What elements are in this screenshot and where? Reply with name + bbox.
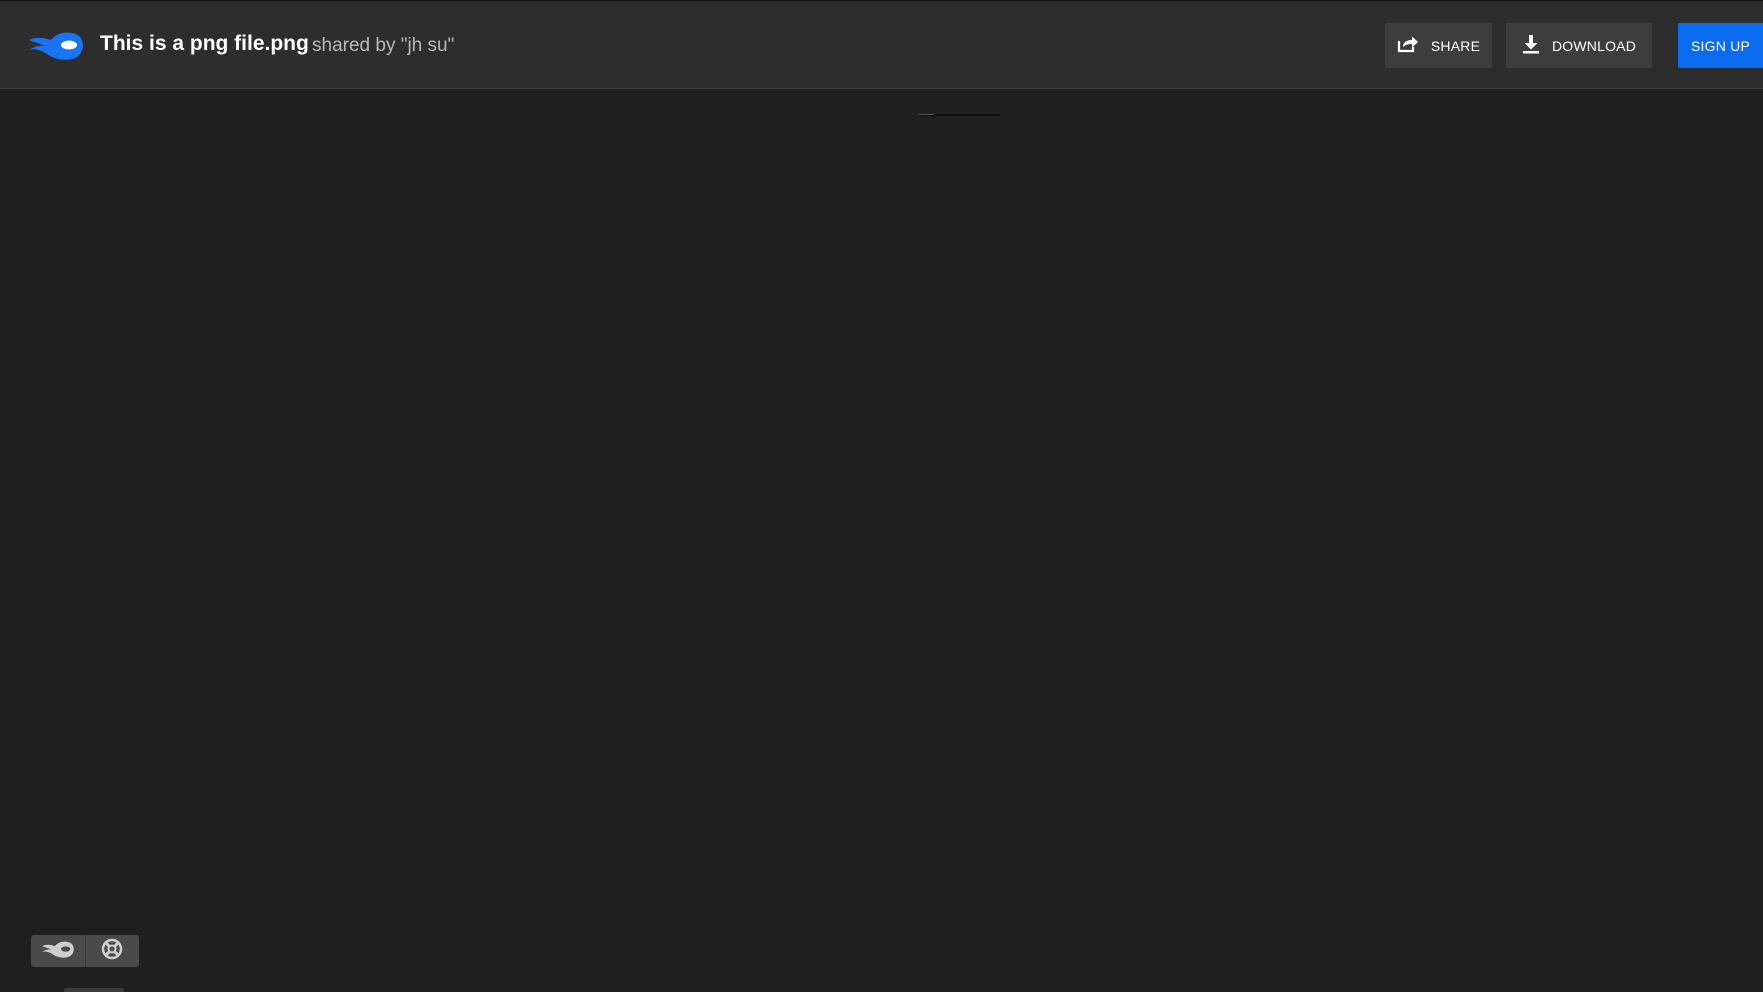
bottom-widget	[31, 935, 139, 967]
sign-up-button[interactable]: SIGN UP	[1678, 23, 1763, 68]
sign-up-button-label: SIGN UP	[1691, 37, 1750, 54]
share-button[interactable]: SHARE	[1385, 23, 1492, 68]
widget-help-button[interactable]	[86, 935, 140, 967]
mediafire-flame-icon	[41, 939, 75, 964]
loading-bar-progress	[919, 114, 934, 115]
download-button[interactable]: DOWNLOAD	[1506, 23, 1652, 68]
file-title: This is a png file.png	[100, 32, 309, 55]
lifebuoy-icon	[101, 938, 123, 965]
download-icon	[1522, 34, 1540, 57]
share-button-label: SHARE	[1430, 37, 1481, 54]
share-icon	[1397, 35, 1419, 56]
top-bar: This is a png file.png shared by "jh su"…	[0, 0, 1763, 89]
download-button-label: DOWNLOAD	[1551, 37, 1637, 54]
mediafire-flame-icon[interactable]	[27, 28, 85, 62]
widget-logo-button[interactable]	[31, 935, 86, 967]
bottom-edge-tab[interactable]	[64, 988, 124, 992]
shared-by-label: shared by "jh su"	[312, 35, 455, 56]
